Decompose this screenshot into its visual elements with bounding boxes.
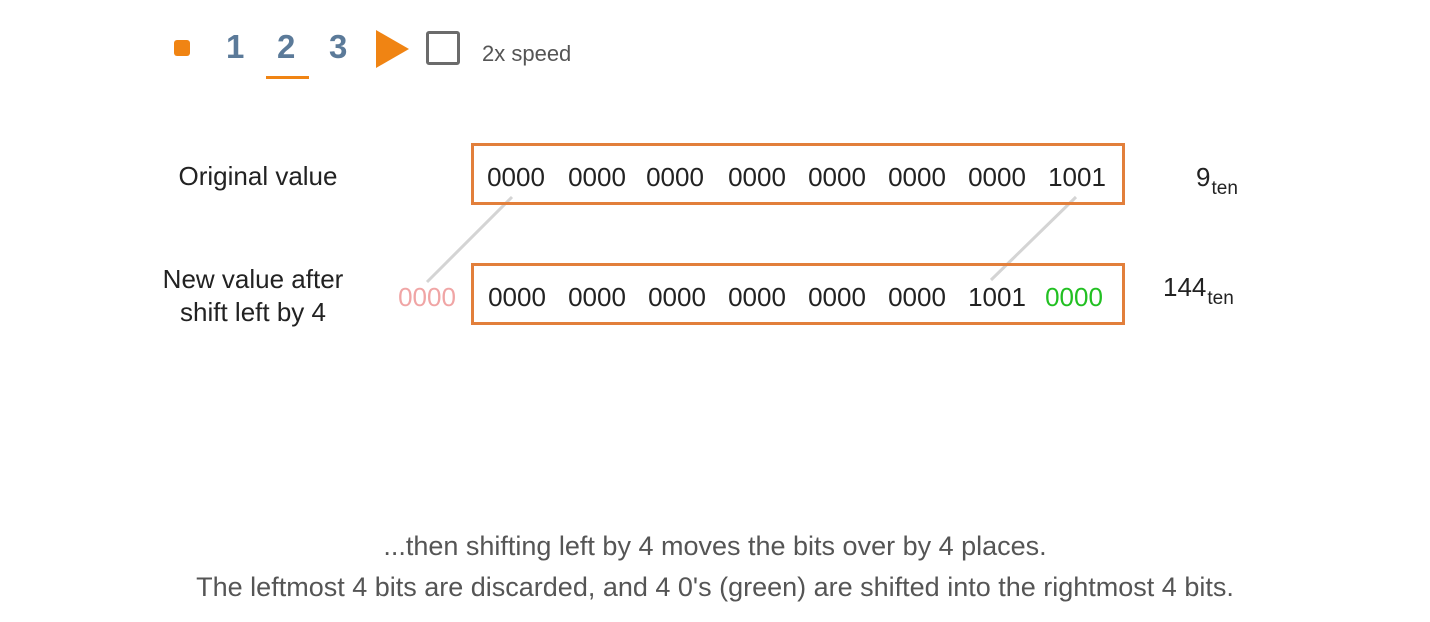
animation-controls: 1 2 3 2x speed: [0, 0, 700, 90]
shifted-nibble-1: 0000: [488, 282, 546, 312]
original-nibble-1: 0000: [487, 162, 545, 192]
shifted-nibble-5: 0000: [808, 282, 866, 312]
caption-line-1: ...then shifting left by 4 moves the bit…: [383, 531, 1047, 561]
shifted-decimal: 144ten: [1163, 272, 1234, 314]
new-value-label: New value after shift left by 4: [140, 263, 366, 329]
original-nibble-7: 0000: [968, 162, 1026, 192]
caption-line-2: The leftmost 4 bits are discarded, and 4…: [196, 572, 1234, 602]
original-decimal-value: 9: [1196, 162, 1211, 192]
shifted-nibble-3: 0000: [648, 282, 706, 312]
original-nibble-4: 0000: [728, 162, 786, 192]
active-step-indicator: [266, 76, 309, 79]
step-2-button[interactable]: 2: [277, 28, 295, 66]
shifted-nibble-7: 1001: [968, 282, 1026, 312]
original-nibble-8: 1001: [1048, 162, 1106, 192]
play-icon[interactable]: [376, 30, 409, 68]
original-nibble-5: 0000: [808, 162, 866, 192]
original-value-label: Original value: [178, 161, 338, 191]
original-decimal: 9ten: [1196, 162, 1238, 204]
shifted-decimal-value: 144: [1163, 272, 1207, 302]
discarded-bits: 0000: [398, 282, 456, 312]
shifted-nibble-2: 0000: [568, 282, 626, 312]
original-nibble-2: 0000: [568, 162, 626, 192]
speed-label: 2x speed: [482, 41, 572, 66]
speed-checkbox[interactable]: [426, 31, 460, 65]
new-value-label-line2: shift left by 4: [180, 297, 326, 327]
shifted-nibble-6: 0000: [888, 282, 946, 312]
new-value-label-line1: New value after: [162, 264, 344, 294]
step-1-button[interactable]: 1: [226, 28, 244, 66]
restart-button[interactable]: [174, 40, 190, 56]
original-nibble-3: 0000: [646, 162, 704, 192]
original-nibble-6: 0000: [888, 162, 946, 192]
original-decimal-base: ten: [1211, 178, 1238, 199]
step-3-button[interactable]: 3: [329, 28, 347, 66]
shifted-nibble-4: 0000: [728, 282, 786, 312]
shifted-decimal-base: ten: [1207, 288, 1234, 309]
shifted-nibble-8: 0000: [1045, 282, 1103, 312]
